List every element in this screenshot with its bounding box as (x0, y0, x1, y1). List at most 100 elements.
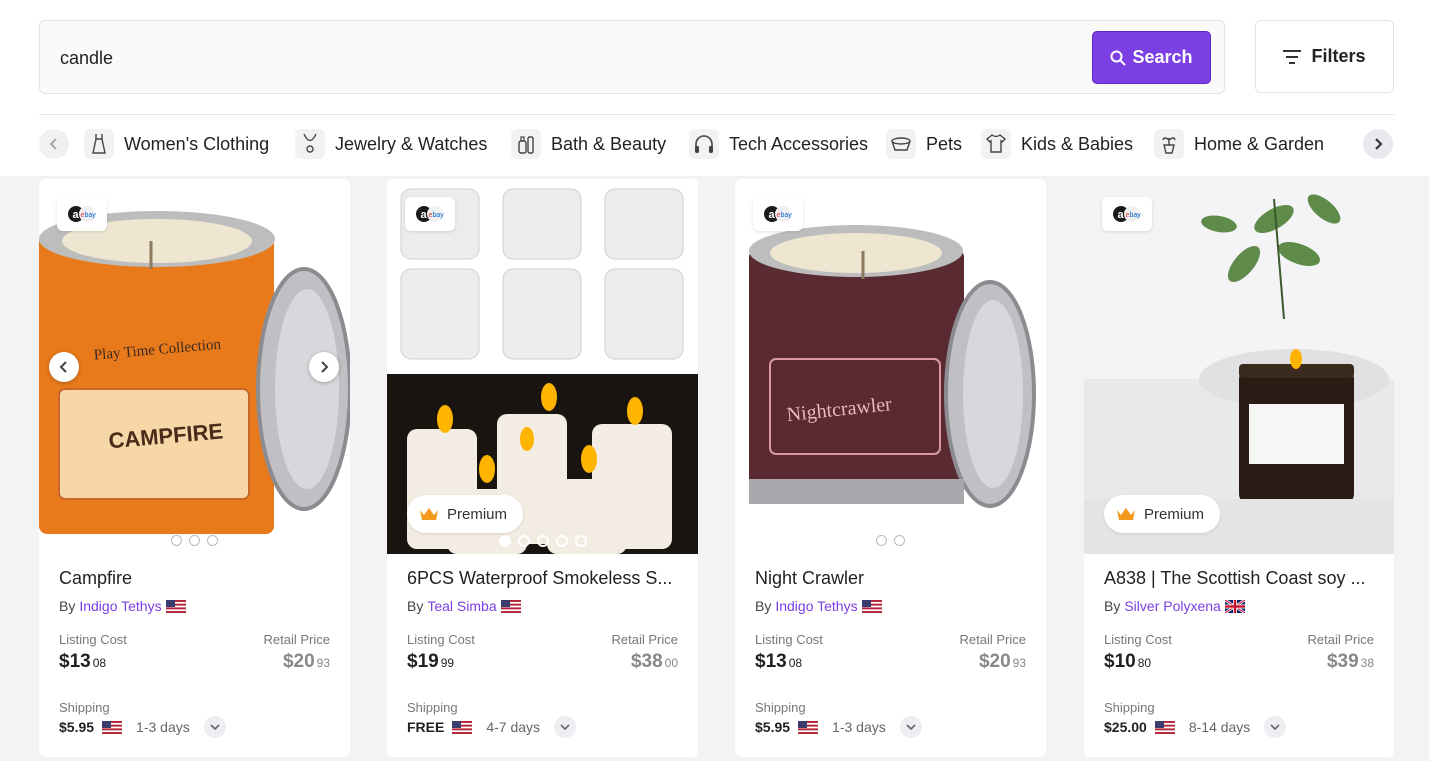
svg-text:bay: bay (781, 212, 793, 219)
pagination-dot[interactable] (517, 535, 530, 547)
product-card[interactable]: a e bay Premium A838 | The Scottish Coast … (1084, 179, 1394, 757)
retail-dollars: $20 (282, 651, 315, 672)
filters-label: Filters (1311, 46, 1366, 66)
image-pagination (735, 535, 1046, 546)
premium-badge: Premium (1104, 495, 1221, 533)
product-card[interactable]: Play Time Collection CAMPFIRE a e bay Camp… (39, 179, 350, 757)
product-title[interactable]: Night Crawler (755, 568, 1030, 589)
listing-cents: 99 (440, 656, 455, 670)
us-flag-icon (1154, 720, 1175, 734)
amazon-ebay-icon: a e bay (68, 206, 96, 222)
us-flag-icon (452, 720, 473, 734)
us-flag-icon (861, 599, 882, 613)
chevron-down-icon (210, 724, 220, 730)
crown-icon (420, 508, 438, 520)
category-kids-babies[interactable]: Kids & Babies (981, 127, 1133, 161)
svg-text:a: a (1118, 209, 1125, 221)
product-image[interactable]: Nightcrawler a e bay (735, 179, 1046, 554)
retail-price-label: Retail Price (1307, 632, 1374, 647)
us-flag-icon (500, 599, 521, 613)
shipping-expand-button[interactable] (203, 716, 226, 738)
listing-cost: $10 80 (1104, 651, 1151, 673)
supplier-link[interactable]: Teal Simba (427, 598, 496, 614)
baby-onesie-icon (981, 129, 1011, 159)
product-image[interactable]: a e bay Premium (1084, 179, 1394, 554)
category-home-garden[interactable]: Home & Garden (1154, 127, 1324, 161)
by-label: By (407, 598, 424, 614)
shipping-row: $5.95 1-3 days (755, 716, 922, 738)
shipping-expand-button[interactable] (1264, 716, 1287, 738)
potted-plant-icon (1154, 129, 1184, 159)
category-bar: Women's Clothing Jewelry & Watches Bath … (39, 127, 1394, 161)
candle-tin-image: Play Time Collection CAMPFIRE (39, 179, 350, 554)
headphones-icon (689, 129, 719, 159)
pagination-dot[interactable] (574, 535, 587, 547)
supplier-link[interactable]: Silver Polyxena (1124, 598, 1221, 614)
search-icon (1110, 50, 1126, 65)
product-card[interactable]: Nightcrawler a e bay Night Crawler By Indi… (735, 179, 1046, 757)
premium-label: Premium (447, 505, 508, 523)
amazon-ebay-icon: a e bay (764, 206, 793, 222)
image-next-button[interactable] (309, 352, 339, 382)
category-womens-clothing[interactable]: Women's Clothing (84, 127, 269, 161)
shipping-expand-button[interactable] (554, 716, 577, 738)
search-button[interactable]: Search (1092, 31, 1211, 84)
retail-price: $38 00 (631, 651, 678, 673)
pagination-dot[interactable] (171, 535, 182, 546)
shipping-label: Shipping (755, 700, 806, 715)
retail-price: $39 38 (1327, 651, 1374, 673)
product-title[interactable]: Campfire (59, 568, 334, 589)
search-input[interactable] (60, 43, 960, 73)
listing-dollars: $10 (1104, 651, 1136, 672)
category-jewelry-watches[interactable]: Jewelry & Watches (295, 127, 487, 161)
premium-badge: Premium (407, 495, 524, 533)
chevron-down-icon (906, 724, 916, 730)
supplier-link[interactable]: Indigo Tethys (775, 598, 857, 614)
supplier-link[interactable]: Indigo Tethys (79, 598, 161, 614)
product-title[interactable]: A838 | The Scottish Coast soy ... (1104, 568, 1379, 589)
svg-text:bay: bay (433, 212, 445, 219)
listing-cost-label: Listing Cost (407, 632, 475, 647)
pagination-dot[interactable] (555, 535, 568, 547)
shipping-label: Shipping (59, 700, 110, 715)
shipping-row: FREE 4-7 days (407, 716, 577, 738)
category-tech-accessories[interactable]: Tech Accessories (689, 127, 868, 161)
retail-dollars: $20 (978, 651, 1011, 672)
pagination-dot[interactable] (498, 535, 511, 547)
shipping-days: 1-3 days (832, 719, 886, 735)
shipping-expand-button[interactable] (899, 716, 922, 738)
listing-cost-label: Listing Cost (59, 632, 127, 647)
pagination-dot[interactable] (207, 535, 218, 546)
pagination-dot[interactable] (876, 535, 887, 546)
listing-cost: $13 08 (59, 651, 106, 673)
retail-price-label: Retail Price (611, 632, 678, 647)
supplier-line: By Teal Simba (407, 598, 521, 614)
image-prev-button[interactable] (49, 352, 79, 382)
retail-cents: 93 (1012, 656, 1026, 670)
filters-button[interactable]: Filters (1255, 20, 1394, 93)
marketplace-badge: a e bay (405, 197, 455, 231)
product-title[interactable]: 6PCS Waterproof Smokeless S... (407, 568, 682, 589)
listing-dollars: $13 (755, 651, 787, 672)
pagination-dot[interactable] (894, 535, 905, 546)
uk-flag-icon (1224, 599, 1245, 613)
product-card[interactable]: a e bay Premium 6PCS Waterproof Smokeless … (387, 179, 698, 757)
candle-tin-image: Nightcrawler (735, 179, 1046, 554)
by-label: By (755, 598, 772, 614)
pagination-dot[interactable] (189, 535, 200, 546)
listing-cost-label: Listing Cost (755, 632, 823, 647)
category-pets[interactable]: Pets (886, 127, 962, 161)
category-prev-button[interactable] (39, 129, 69, 159)
product-image[interactable]: a e bay Premium (387, 179, 698, 554)
category-bath-beauty[interactable]: Bath & Beauty (511, 127, 666, 161)
shipping-label: Shipping (1104, 700, 1155, 715)
listing-cost: $19 99 (407, 651, 454, 673)
shipping-label: Shipping (407, 700, 458, 715)
pagination-dot[interactable] (536, 535, 549, 547)
category-label: Kids & Babies (1021, 133, 1134, 154)
product-image[interactable]: Play Time Collection CAMPFIRE a e bay (39, 179, 350, 554)
shipping-row: $5.95 1-3 days (59, 716, 226, 738)
beauty-bottle-icon (511, 129, 541, 159)
shipping-days: 4-7 days (486, 719, 541, 735)
category-next-button[interactable] (1363, 129, 1393, 159)
